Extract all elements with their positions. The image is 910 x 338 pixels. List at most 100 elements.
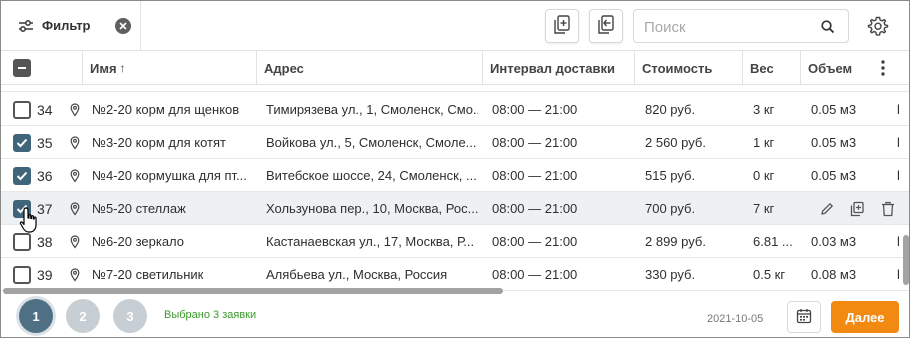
sliders-icon[interactable] — [17, 17, 35, 35]
row-interval: 08:00 — 21:00 — [492, 168, 578, 183]
map-pin-icon[interactable] — [70, 126, 80, 159]
filter-label[interactable]: Фильтр — [42, 18, 91, 33]
duplicate-icon[interactable] — [848, 192, 866, 225]
search-icon[interactable] — [820, 19, 836, 35]
row-interval: 08:00 — 21:00 — [492, 135, 578, 150]
search-box[interactable] — [633, 9, 849, 43]
next-button[interactable]: Далее — [831, 301, 899, 333]
kebab-menu-icon[interactable] — [881, 51, 885, 85]
table-row[interactable]: 35 №3-20 корм для котят Войкова ул., 5, См… — [1, 126, 909, 159]
row-name[interactable]: №6-20 зеркало — [92, 225, 252, 258]
add-document-button[interactable] — [545, 9, 579, 43]
import-document-button[interactable] — [589, 9, 623, 43]
column-header-cost[interactable]: Стоимость — [642, 51, 712, 85]
table-row[interactable]: 37 №5-20 стеллаж Хользунова пер., 10, Моск… — [1, 192, 909, 225]
row-interval: 08:00 — 21:00 — [492, 201, 578, 216]
select-all-checkbox[interactable] — [13, 51, 31, 85]
row-name[interactable]: №7-20 светильник — [92, 258, 252, 291]
close-circle-icon[interactable] — [114, 17, 131, 34]
pencil-icon[interactable] — [818, 192, 836, 225]
column-header-name[interactable]: Имя ↑ — [90, 51, 126, 85]
row-cost: 330 руб. — [645, 267, 696, 282]
row-cost: 700 руб. — [645, 201, 696, 216]
row-number: 39 — [37, 266, 53, 283]
row-volume: 0.08 м3 — [811, 267, 857, 282]
import-document-icon — [597, 14, 615, 38]
app-frame: Фильтр Поиск Имя ↑ Адрес Интервал достав… — [0, 0, 910, 338]
page-button-3[interactable]: 3 — [113, 299, 147, 333]
row-volume: 0.05 м3 — [811, 168, 857, 183]
row-name[interactable]: №4-20 кормушка для пт... — [92, 159, 252, 192]
row-name[interactable]: №5-20 стеллаж — [92, 192, 252, 225]
map-pin-icon[interactable] — [70, 192, 80, 225]
row-number: 36 — [37, 167, 53, 184]
table-row[interactable]: 36 №4-20 кормушка для пт... Витебское шосс… — [1, 159, 909, 192]
footer: 1 2 3 Выбрано 3 заявки 2021-10-05 Далее — [1, 295, 909, 337]
search-input[interactable] — [644, 16, 814, 38]
row-name[interactable]: №3-20 корм для котят — [92, 126, 252, 159]
row-weight: 0 кг — [753, 168, 775, 183]
row-cost: 515 руб. — [645, 168, 696, 183]
table-row[interactable]: 38 №6-20 зеркало Кастанаевская ул., 17, Мо… — [1, 225, 909, 258]
row-checkbox[interactable] — [13, 159, 31, 192]
column-header-weight[interactable]: Вес — [750, 51, 774, 85]
toolbar: Фильтр — [1, 1, 909, 51]
row-address: Войкова ул., 5, Смоленск, Смоле... — [266, 135, 477, 150]
table-row[interactable]: 34 №2-20 корм для щенков Тимирязева ул., 1… — [1, 93, 909, 126]
row-address: Кастанаевская ул., 17, Москва, Р... — [266, 234, 475, 249]
table-row-partial — [1, 86, 909, 92]
row-name[interactable]: №2-20 корм для щенков — [92, 93, 252, 126]
row-address: Хользунова пер., 10, Москва, Рос... — [266, 201, 478, 216]
page-button-2[interactable]: 2 — [66, 299, 100, 333]
sort-asc-icon[interactable]: ↑ — [120, 61, 126, 75]
row-volume: 0.05 м3 — [811, 135, 857, 150]
trash-icon[interactable] — [879, 192, 897, 225]
row-interval: 08:00 — 21:00 — [492, 102, 578, 117]
map-pin-icon[interactable] — [70, 258, 80, 291]
selected-count-text: Выбрано 3 заявки — [164, 309, 257, 321]
calendar-button[interactable] — [787, 301, 821, 333]
row-address: Витебское шоссе, 24, Смоленск, ... — [266, 168, 477, 183]
row-weight: 1 кг — [753, 135, 775, 150]
row-address: Алябьева ул., Москва, Россия — [266, 267, 448, 282]
row-address: Тимирязева ул., 1, Смоленск, Смо... — [266, 102, 478, 117]
row-volume: 0.03 м3 — [811, 234, 857, 249]
date-text: 2021-10-05 — [707, 313, 764, 325]
horizontal-scrollbar[interactable] — [1, 288, 909, 294]
row-cost: 820 руб. — [645, 102, 696, 117]
column-header-address[interactable]: Адрес — [264, 51, 304, 85]
horizontal-scrollbar-thumb[interactable] — [3, 288, 503, 294]
row-extra: l — [897, 135, 900, 150]
page-button-1[interactable]: 1 — [19, 299, 53, 333]
map-pin-icon[interactable] — [70, 93, 80, 126]
row-extra: l — [897, 102, 900, 117]
hand-cursor-icon — [19, 206, 41, 234]
row-cost: 2 899 руб. — [645, 234, 706, 249]
row-number: 35 — [37, 134, 53, 151]
table-header: Имя ↑ Адрес Интервал доставки Стоимость … — [1, 51, 909, 85]
vertical-scrollbar-thumb[interactable] — [903, 235, 909, 285]
row-cost: 2 560 руб. — [645, 135, 706, 150]
row-interval: 08:00 — 21:00 — [492, 267, 578, 282]
row-extra: l — [897, 234, 900, 249]
row-extra: l — [897, 168, 900, 183]
row-checkbox[interactable] — [13, 258, 31, 291]
row-number: 34 — [37, 101, 53, 118]
row-weight: 3 кг — [753, 102, 775, 117]
row-volume: 0.05 м3 — [811, 102, 857, 117]
gear-icon[interactable] — [867, 15, 889, 37]
row-weight: 0.5 кг — [753, 267, 786, 282]
row-interval: 08:00 — 21:00 — [492, 234, 578, 249]
table-row[interactable]: 39 №7-20 светильник Алябьева ул., Москва, … — [1, 258, 909, 291]
row-checkbox[interactable] — [13, 126, 31, 159]
column-name-label: Имя — [90, 60, 117, 76]
column-header-interval[interactable]: Интервал доставки — [490, 51, 615, 85]
column-header-volume[interactable]: Объем — [808, 51, 852, 85]
map-pin-icon[interactable] — [70, 159, 80, 192]
add-document-icon — [553, 14, 571, 38]
map-pin-icon[interactable] — [70, 225, 80, 258]
vertical-scrollbar[interactable] — [903, 87, 909, 287]
row-checkbox[interactable] — [13, 93, 31, 126]
row-weight: 6.81 ... — [753, 234, 793, 249]
row-weight: 7 кг — [753, 201, 775, 216]
